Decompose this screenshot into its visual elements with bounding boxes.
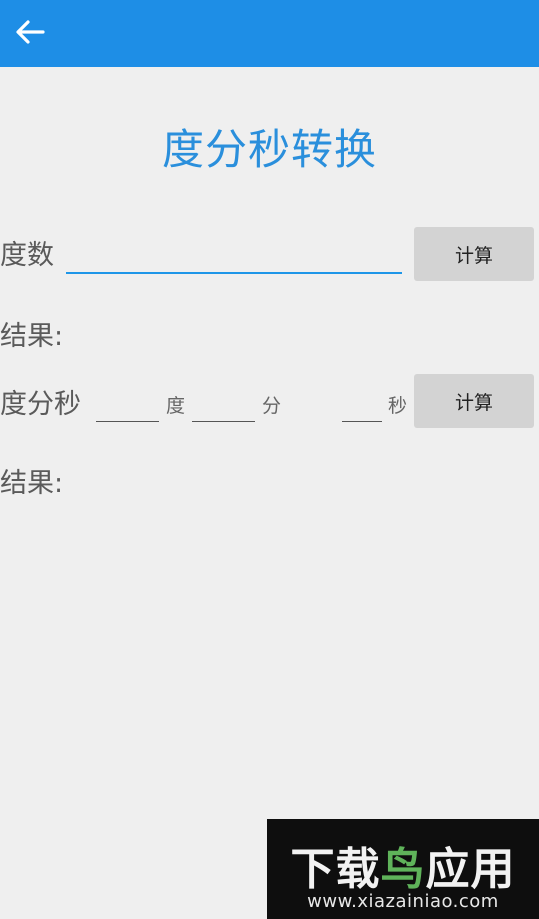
minute-unit-label: 分 [262, 395, 282, 417]
page-title: 度分秒转换 [161, 125, 377, 174]
degree-result-label: 结果: [0, 321, 64, 352]
second-unit-label: 秒 [388, 395, 408, 417]
app-bar [0, 0, 539, 67]
degree-input[interactable] [66, 230, 402, 274]
back-button[interactable] [6, 10, 54, 54]
dms-label: 度分秒 [0, 389, 81, 420]
degree-label: 度数 [0, 240, 54, 271]
second-field[interactable] [342, 390, 382, 422]
dms-calc-button[interactable]: 计算 [414, 374, 534, 428]
degree-unit-label: 度 [166, 395, 186, 417]
dms-result-label: 结果: [0, 468, 64, 499]
minute-field[interactable] [192, 390, 255, 422]
watermark-url: www.xiazainiao.com [307, 891, 499, 912]
degree-calc-button[interactable]: 计算 [414, 227, 534, 281]
watermark-logo: 下载鸟应用 www.xiazainiao.com [267, 819, 539, 919]
degree-field[interactable] [96, 390, 159, 422]
watermark-title: 下载鸟应用 [290, 844, 516, 895]
arrow-left-icon [16, 20, 45, 44]
